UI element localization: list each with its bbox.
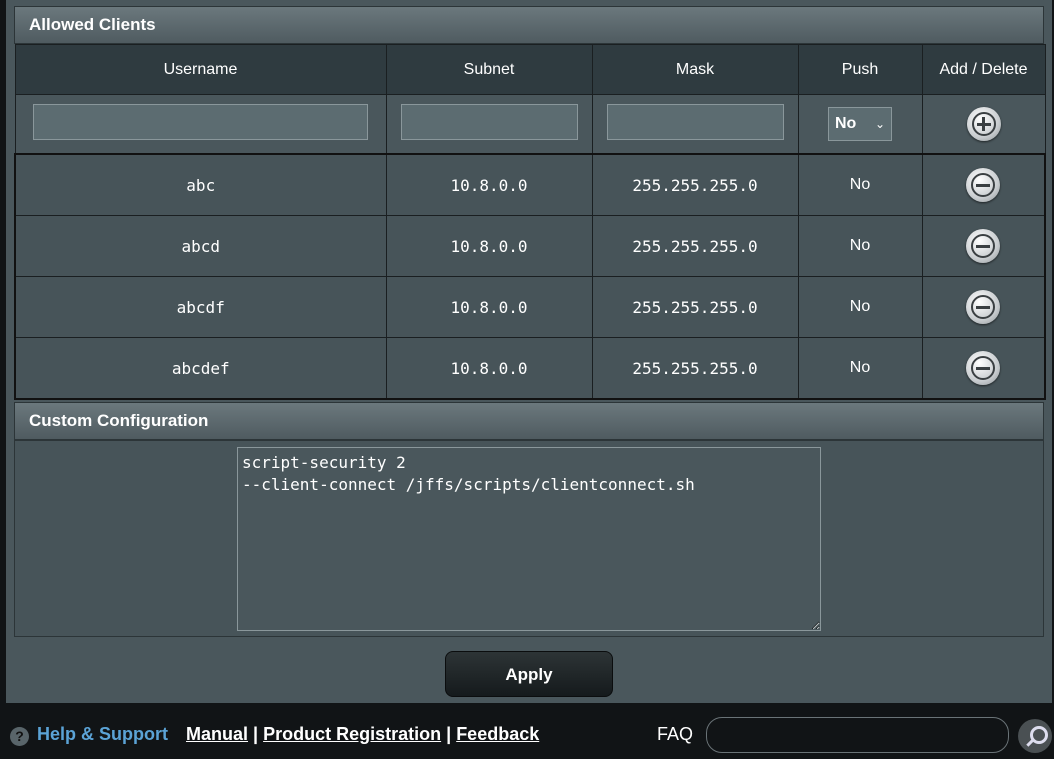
chevron-down-icon: ⌄ <box>874 117 885 131</box>
column-header-mask: Mask <box>591 44 799 95</box>
footer-links: Manual | Product Registration | Feedback <box>186 724 539 745</box>
username-cell: abc <box>14 153 387 216</box>
mask-cell: 255.255.255.0 <box>591 153 799 216</box>
apply-button[interactable]: Apply <box>445 651 613 697</box>
push-cell: No <box>797 337 923 400</box>
push-cell: No <box>797 153 923 216</box>
custom-configuration-header: Custom Configuration <box>14 402 1044 440</box>
minus-circle-icon <box>976 184 991 187</box>
new-client-row: No ⌄ <box>14 94 1046 155</box>
username-input[interactable] <box>33 103 368 140</box>
subnet-cell: 10.8.0.0 <box>385 276 593 338</box>
column-header-subnet: Subnet <box>385 44 593 95</box>
minus-circle-icon <box>976 245 991 248</box>
mask-cell: 255.255.255.0 <box>591 276 799 338</box>
username-cell: abcdef <box>14 337 387 400</box>
subnet-input[interactable] <box>400 103 578 140</box>
allowed-clients-table: Username Subnet Mask Push Add / Delete N… <box>14 44 1046 400</box>
product-registration-link[interactable]: Product Registration <box>263 724 441 744</box>
push-select-value: No <box>835 115 857 132</box>
custom-configuration-textarea[interactable]: script-security 2 --client-connect /jffs… <box>237 447 821 631</box>
push-select[interactable]: No ⌄ <box>828 107 892 141</box>
subnet-cell: 10.8.0.0 <box>385 215 593 277</box>
delete-client-button[interactable] <box>966 229 1001 263</box>
table-row: abcd 10.8.0.0 255.255.255.0 No <box>14 215 1046 277</box>
mask-cell: 255.255.255.0 <box>591 337 799 400</box>
add-client-button[interactable] <box>966 107 1001 141</box>
table-row: abcdef 10.8.0.0 255.255.255.0 No <box>14 337 1046 400</box>
delete-client-button[interactable] <box>966 290 1001 324</box>
question-circle-icon: ? <box>10 727 29 746</box>
allowed-clients-header: Allowed Clients <box>14 6 1044 44</box>
faq-search-input[interactable] <box>706 717 1009 753</box>
subnet-cell: 10.8.0.0 <box>385 337 593 400</box>
manual-link[interactable]: Manual <box>186 724 248 744</box>
minus-circle-icon <box>976 367 991 370</box>
delete-client-button[interactable] <box>966 168 1001 202</box>
username-cell: abcd <box>14 215 387 277</box>
plus-circle-icon-vertical <box>982 117 985 131</box>
column-header-add-delete: Add / Delete <box>921 44 1046 95</box>
custom-configuration-panel: script-security 2 --client-connect /jffs… <box>14 440 1044 637</box>
table-row: abcdf 10.8.0.0 255.255.255.0 No <box>14 276 1046 338</box>
table-row: abc 10.8.0.0 255.255.255.0 No <box>14 153 1046 216</box>
push-cell: No <box>797 215 923 277</box>
username-cell: abcdf <box>14 276 387 338</box>
mask-input[interactable] <box>606 103 784 140</box>
push-cell: No <box>797 276 923 338</box>
column-header-push: Push <box>797 44 923 95</box>
search-icon[interactable] <box>1018 719 1052 753</box>
link-separator: | <box>253 724 259 744</box>
faq-label: FAQ <box>657 724 694 744</box>
feedback-link[interactable]: Feedback <box>456 724 539 744</box>
help-support-label: Help & Support <box>37 724 168 744</box>
minus-circle-icon <box>976 306 991 309</box>
column-header-username: Username <box>14 44 387 95</box>
footer: ? Help & Support Manual | Product Regist… <box>0 705 1054 759</box>
delete-client-button[interactable] <box>966 351 1001 385</box>
subnet-cell: 10.8.0.0 <box>385 153 593 216</box>
link-separator: | <box>446 724 452 744</box>
mask-cell: 255.255.255.0 <box>591 215 799 277</box>
